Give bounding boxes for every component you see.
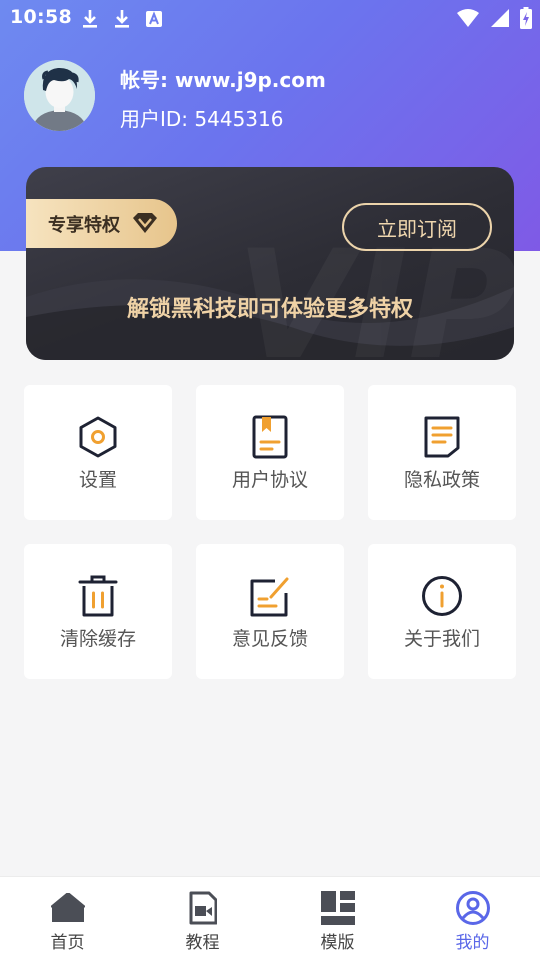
vip-badge-label: 专享特权 — [48, 214, 120, 236]
bottom-navigation: 首页 教程 模版 我的 — [0, 876, 540, 960]
wifi-icon — [457, 9, 479, 27]
status-time: 10:58 — [10, 6, 72, 28]
nav-tutorial[interactable]: 教程 — [135, 877, 270, 960]
info-icon — [422, 576, 462, 616]
battery-charging-icon — [520, 7, 532, 29]
nav-label: 首页 — [50, 933, 85, 953]
home-icon — [50, 893, 85, 922]
tile-label: 关于我们 — [403, 628, 480, 650]
avatar-person-icon — [24, 60, 95, 131]
font-icon — [146, 11, 162, 27]
tile-label: 意见反馈 — [231, 628, 308, 650]
tile-label: 隐私政策 — [403, 469, 480, 491]
nav-label: 教程 — [185, 933, 220, 953]
template-grid-icon — [320, 891, 355, 925]
nav-home[interactable]: 首页 — [0, 877, 135, 960]
tile-label: 设置 — [78, 469, 117, 491]
user-agreement-tile[interactable]: 用户协议 — [196, 385, 344, 520]
trash-icon — [78, 575, 118, 617]
vip-slogan: 解锁黑科技即可体验更多特权 — [126, 297, 413, 322]
settings-hexagon-icon — [79, 416, 117, 458]
feedback-edit-icon — [250, 577, 289, 617]
signal-icon — [491, 9, 509, 27]
tutorial-video-icon — [189, 891, 217, 925]
vip-badge: 专享特权 — [26, 199, 177, 248]
nav-template[interactable]: 模版 — [270, 877, 405, 960]
nav-profile[interactable]: 我的 — [405, 877, 540, 960]
nav-label: 模版 — [320, 933, 355, 953]
diamond-icon — [133, 213, 157, 233]
status-bar: 10:58 — [0, 0, 540, 36]
avatar[interactable] — [24, 60, 95, 131]
privacy-policy-tile[interactable]: 隐私政策 — [368, 385, 516, 520]
tile-label: 用户协议 — [231, 469, 308, 491]
clear-cache-tile[interactable]: 清除缓存 — [24, 544, 172, 679]
tile-label: 清除缓存 — [59, 628, 136, 650]
vip-card[interactable]: VIP 专享特权 立即订阅 解锁黑科技即可体验更多特权 — [26, 167, 514, 360]
download-icon — [83, 10, 97, 28]
download-icon — [115, 10, 129, 28]
vip-card-decoration: VIP — [26, 219, 514, 360]
status-notification-icons — [80, 8, 164, 30]
user-id-text: 用户ID: 5445316 — [120, 107, 284, 131]
subscribe-button[interactable]: 立即订阅 — [342, 203, 492, 251]
agreement-book-icon — [252, 415, 288, 459]
profile-icon — [455, 891, 490, 925]
account-text: 帐号: www.j9p.com — [120, 68, 326, 92]
nav-label: 我的 — [455, 933, 490, 953]
settings-tile[interactable]: 设置 — [24, 385, 172, 520]
about-us-tile[interactable]: 关于我们 — [368, 544, 516, 679]
privacy-document-icon — [424, 416, 460, 458]
feedback-tile[interactable]: 意见反馈 — [196, 544, 344, 679]
status-system-icons — [456, 7, 532, 29]
